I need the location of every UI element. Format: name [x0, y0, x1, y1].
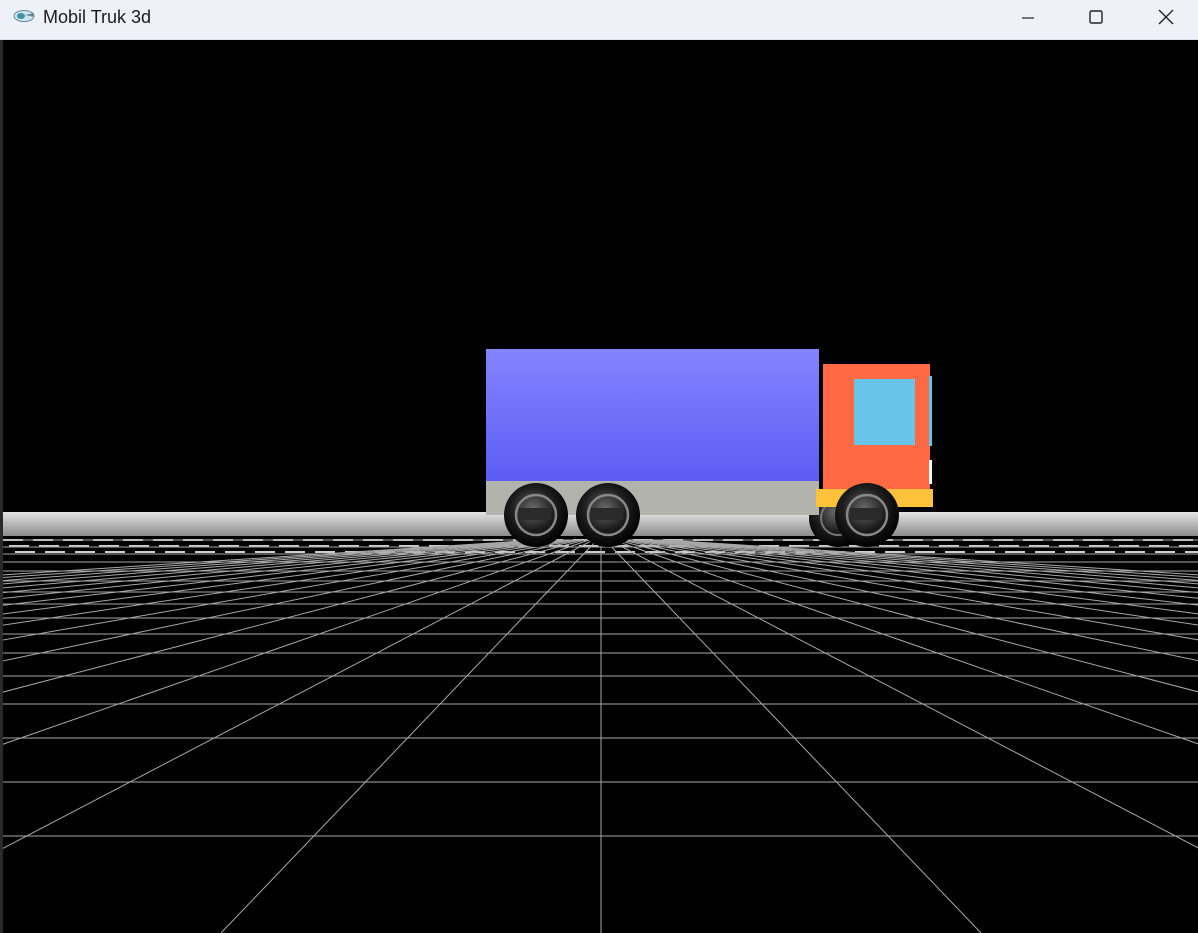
grid-line: [660, 539, 1198, 578]
floor-dash: [15, 551, 35, 553]
floor-dash: [45, 551, 65, 553]
floor-dash: [885, 551, 905, 553]
minimize-button[interactable]: [998, 0, 1058, 34]
opengl-viewport[interactable]: [3, 40, 1198, 933]
grid-line: [3, 539, 574, 626]
grid-line: [3, 539, 546, 581]
app-window: Mobil Truk 3d: [0, 0, 1198, 933]
truck-cab-edge-white: [929, 460, 932, 484]
grid-line: [664, 539, 1198, 576]
floor-dash: [225, 551, 245, 553]
grid-line: [3, 539, 550, 585]
floor-dash: [975, 551, 995, 553]
grid-line: [3, 539, 538, 576]
grid-line: [620, 539, 1198, 662]
grid-line: [604, 539, 982, 933]
floor-dash: [1185, 551, 1198, 553]
grid-line: [644, 539, 1198, 594]
title-bar[interactable]: Mobil Truk 3d: [0, 0, 1198, 40]
floor-dash: [1095, 551, 1115, 553]
floor-dash: [195, 551, 215, 553]
grid-line: [3, 539, 578, 641]
grid-line: [640, 539, 1198, 599]
grid-line: [3, 539, 582, 662]
truck-window: [854, 379, 915, 445]
truck-cab-edge: [929, 376, 932, 446]
truck-wheel-rear-2: [576, 483, 640, 547]
maximize-button[interactable]: [1066, 0, 1126, 34]
opengl-glut-icon: [13, 10, 35, 22]
floor-dash: [1035, 551, 1055, 553]
minimize-icon: [1022, 17, 1034, 19]
grid-line: [624, 539, 1198, 641]
grid-line: [3, 539, 558, 594]
close-button[interactable]: [1136, 0, 1196, 34]
grid-line: [652, 539, 1198, 585]
floor-dash: [285, 551, 305, 553]
truck-wheel-front: [835, 483, 899, 547]
floor-dash: [105, 551, 125, 553]
floor-dash: [1005, 551, 1025, 553]
grid-line: [3, 539, 570, 615]
grid-line: [3, 539, 590, 745]
floor-dash: [585, 551, 605, 553]
floor-dash: [315, 551, 335, 553]
truck-wheel-rear-1: [504, 483, 568, 547]
floor-dash: [1125, 551, 1145, 553]
floor-dash: [255, 551, 275, 553]
floor-dash: [915, 551, 935, 553]
grid-line: [648, 539, 1198, 589]
scene-canvas: [3, 349, 1198, 933]
maximize-icon: [1089, 10, 1103, 24]
grid-line: [220, 539, 598, 933]
floor-grid: [3, 539, 1198, 933]
floor-dash: [945, 551, 965, 553]
grid-line: [612, 539, 1198, 745]
truck-cargo-box: [486, 349, 819, 481]
floor-dash: [75, 551, 95, 553]
floor-dash: [165, 551, 185, 553]
grid-line: [616, 539, 1198, 693]
grid-line: [3, 539, 562, 599]
window-title: Mobil Truk 3d: [43, 7, 152, 27]
grid-line: [632, 539, 1198, 615]
floor-dash: [135, 551, 155, 553]
floor-dash: [1155, 551, 1175, 553]
grid-line: [3, 539, 586, 693]
close-icon: [1158, 9, 1174, 25]
grid-line: [3, 539, 542, 578]
grid-line: [628, 539, 1198, 626]
grid-line: [656, 539, 1198, 581]
floor-dash: [1065, 551, 1085, 553]
